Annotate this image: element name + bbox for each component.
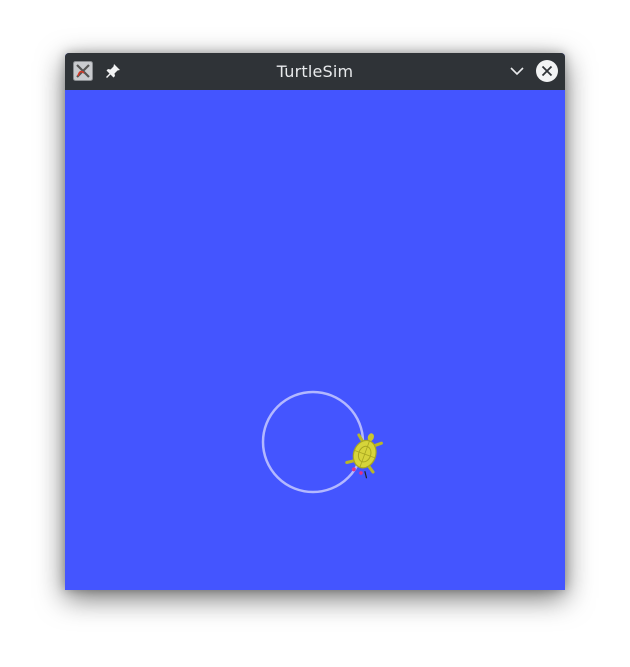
- close-icon[interactable]: [535, 59, 559, 83]
- chevron-down-icon[interactable]: [508, 62, 526, 80]
- turtle-canvas: [65, 90, 565, 590]
- turtle-drawing: [261, 390, 383, 494]
- title-bar[interactable]: TurtleSim: [65, 53, 565, 90]
- window-title: TurtleSim: [276, 62, 354, 81]
- pen-trail-circle: [261, 390, 365, 494]
- turtlesim-window: TurtleSim: [65, 53, 565, 590]
- turtle-icon: [345, 433, 383, 479]
